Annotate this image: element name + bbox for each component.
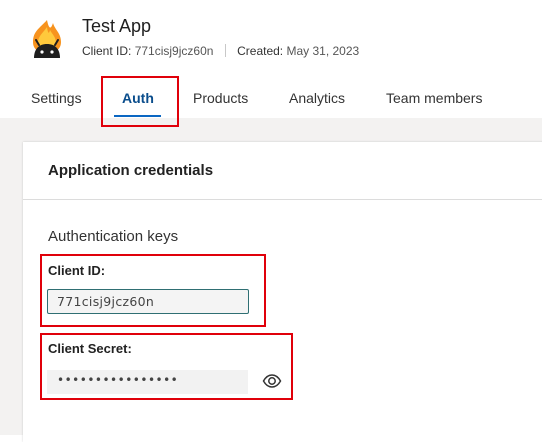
app-title: Test App: [82, 16, 152, 36]
app-meta: Client ID: 771cisj9jcz60n Created: May 3…: [82, 44, 359, 58]
tab-products[interactable]: Products: [193, 90, 248, 106]
tab-team-members[interactable]: Team members: [386, 90, 482, 106]
section-title: Authentication keys: [48, 228, 179, 245]
highlight-client-secret: [40, 333, 293, 400]
tab-settings[interactable]: Settings: [31, 90, 82, 106]
highlight-auth-tab: [101, 76, 179, 127]
meta-separator: [224, 44, 226, 57]
meta-created-value: May 31, 2023: [286, 44, 360, 58]
tab-bar: Settings Auth Products Analytics Team me…: [0, 80, 542, 118]
card-title: Application credentials: [48, 162, 214, 179]
meta-client-id-value: 771cisj9jcz60n: [134, 44, 214, 58]
meta-client-id-label: Client ID:: [82, 44, 132, 58]
tab-analytics[interactable]: Analytics: [289, 90, 345, 106]
meta-created-label: Created:: [237, 44, 284, 58]
highlight-client-id: [40, 254, 266, 327]
android-flame-icon: [33, 20, 61, 58]
card-divider: [23, 199, 542, 200]
